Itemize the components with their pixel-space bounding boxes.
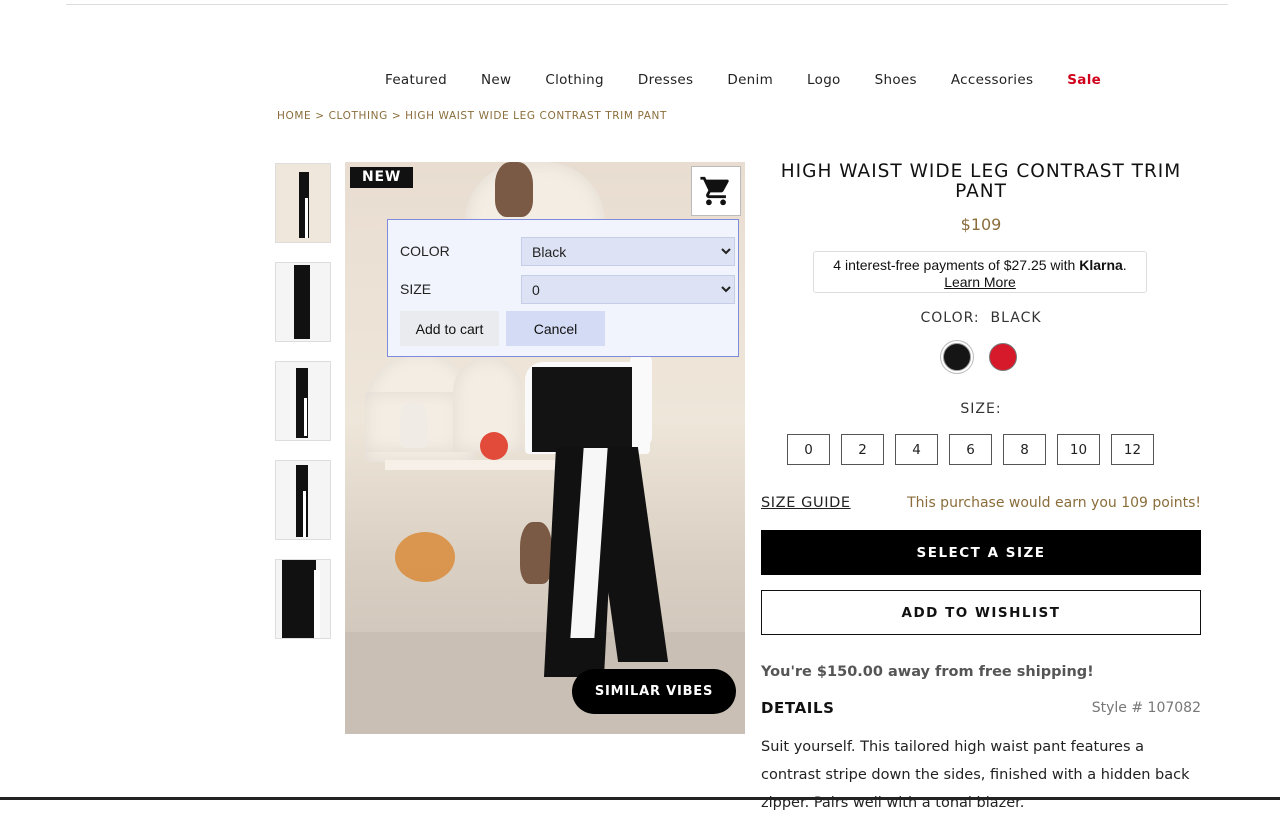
breadcrumb: HOME > CLOTHING > HIGH WAIST WIDE LEG CO… <box>277 110 667 122</box>
add-to-wishlist-button[interactable]: ADD TO WISHLIST <box>761 590 1201 635</box>
color-value: BLACK <box>990 310 1042 326</box>
nav-shoes[interactable]: Shoes <box>875 72 917 88</box>
swatch-red[interactable] <box>989 343 1017 371</box>
breadcrumb-home[interactable]: HOME <box>277 110 311 122</box>
free-shipping-message: You're $150.00 away from free shipping! <box>761 664 1094 680</box>
thumbnail-2[interactable] <box>275 262 331 342</box>
popup-size-label: SIZE <box>400 281 432 297</box>
size-options: 0 2 4 6 8 10 12 <box>787 434 1154 465</box>
nav-clothing[interactable]: Clothing <box>545 72 604 88</box>
size-option[interactable]: 10 <box>1057 434 1100 465</box>
product-description: Suit yourself. This tailored high waist … <box>761 739 1190 811</box>
nav-sale[interactable]: Sale <box>1067 72 1101 88</box>
popup-add-to-cart-button[interactable]: Add to cart <box>400 311 499 346</box>
popup-cancel-button[interactable]: Cancel <box>506 311 605 346</box>
size-option[interactable]: 2 <box>841 434 884 465</box>
header-divider <box>66 4 1228 5</box>
nav-accessories[interactable]: Accessories <box>951 72 1033 88</box>
breadcrumb-clothing[interactable]: CLOTHING <box>329 110 388 122</box>
shopping-cart-icon <box>700 176 729 206</box>
breadcrumb-current: HIGH WAIST WIDE LEG CONTRAST TRIM PANT <box>405 110 667 122</box>
similar-vibes-button[interactable]: SIMILAR VIBES <box>572 669 736 714</box>
color-label: COLOR: <box>920 310 980 326</box>
new-badge: NEW <box>350 167 414 188</box>
quick-add-popup: COLOR Black SIZE 0 Add to cart Cancel <box>387 219 739 357</box>
klarna-learn-more-link[interactable]: Learn More <box>944 274 1016 290</box>
breadcrumb-separator: > <box>315 110 325 122</box>
thumbnail-4[interactable] <box>275 460 331 540</box>
style-number: Style # 107082 <box>1091 700 1201 716</box>
klarna-brand: Klarna <box>1079 257 1123 273</box>
size-option[interactable]: 4 <box>895 434 938 465</box>
size-option[interactable]: 8 <box>1003 434 1046 465</box>
nav-featured[interactable]: Featured <box>385 72 447 88</box>
product-title: HIGH WAIST WIDE LEG CONTRAST TRIM PANT <box>780 161 1182 202</box>
size-option[interactable]: 12 <box>1111 434 1154 465</box>
popup-color-select[interactable]: Black <box>521 237 735 266</box>
nav-denim[interactable]: Denim <box>727 72 773 88</box>
thumbnail-3[interactable] <box>275 361 331 441</box>
details-heading[interactable]: DETAILS <box>761 699 835 717</box>
klarna-box: 4 interest-free payments of $27.25 with … <box>813 251 1147 293</box>
size-option[interactable]: 0 <box>787 434 830 465</box>
breadcrumb-separator: > <box>391 110 402 122</box>
thumbnail-1[interactable] <box>275 163 331 243</box>
product-price: $109 <box>960 215 1002 234</box>
nav-new[interactable]: New <box>481 72 511 88</box>
thumbnail-5[interactable] <box>275 559 331 639</box>
color-selection: COLOR: BLACK <box>761 310 1201 326</box>
klarna-text: 4 interest-free payments of $27.25 with <box>833 257 1076 273</box>
thumbnail-list <box>275 163 331 658</box>
swatch-black[interactable] <box>943 343 971 371</box>
reward-points-text: This purchase would earn you 109 points! <box>907 495 1201 511</box>
popup-size-select[interactable]: 0 <box>521 275 735 304</box>
quick-add-cart-button[interactable] <box>691 166 741 216</box>
size-option[interactable]: 6 <box>949 434 992 465</box>
popup-color-label: COLOR <box>400 243 450 259</box>
nav-dresses[interactable]: Dresses <box>638 72 693 88</box>
nav-logo[interactable]: Logo <box>807 72 841 88</box>
select-size-button[interactable]: SELECT A SIZE <box>761 530 1201 575</box>
size-guide-link[interactable]: SIZE GUIDE <box>761 495 851 511</box>
size-label: SIZE: <box>960 401 1002 417</box>
